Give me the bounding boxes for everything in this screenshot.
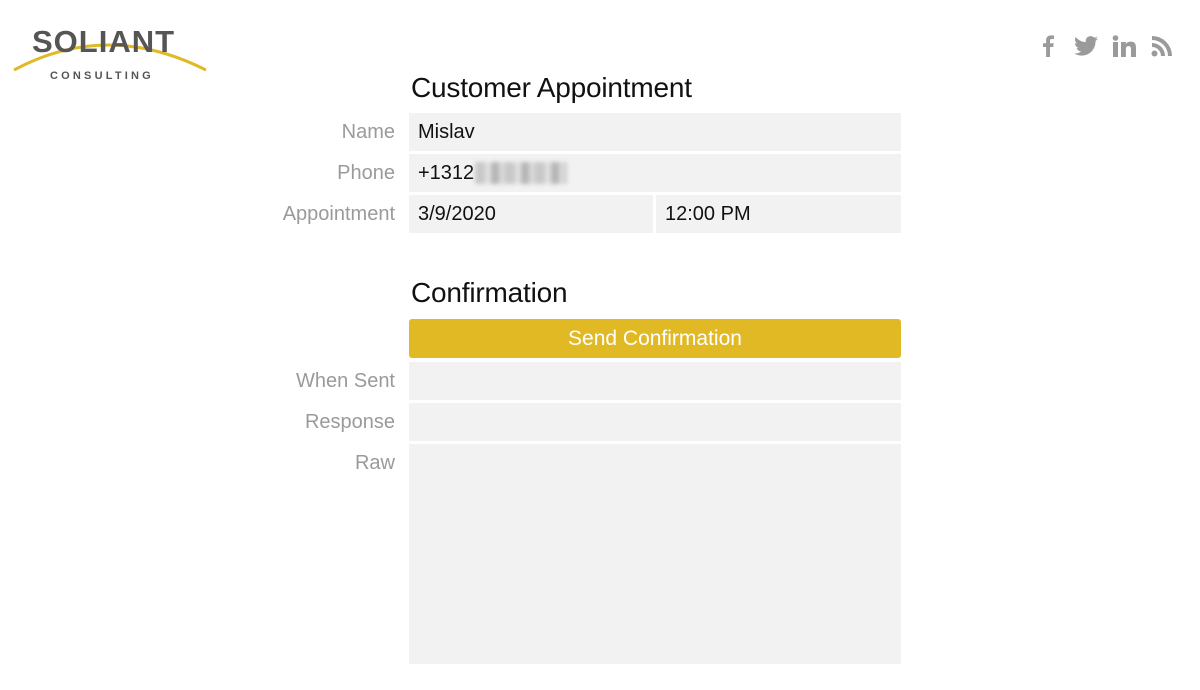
when-sent-label: When Sent: [296, 370, 395, 392]
social-links: [1036, 34, 1174, 58]
phone-value: +1312: [418, 161, 475, 184]
name-value: Mislav: [418, 120, 475, 143]
soliant-logo[interactable]: SOLIANT CONSULTING: [12, 24, 210, 84]
linkedin-icon[interactable]: [1112, 34, 1136, 58]
rss-icon[interactable]: [1150, 34, 1174, 58]
confirmation-title: Confirmation: [411, 277, 568, 308]
name-field[interactable]: Mislav: [409, 113, 901, 151]
raw-label: Raw: [354, 452, 395, 474]
phone-label: Phone: [337, 162, 395, 184]
time-value: 12:00 PM: [665, 202, 751, 225]
date-value: 3/9/2020: [418, 202, 496, 225]
appointment-label: Appointment: [282, 203, 395, 225]
facebook-icon[interactable]: [1036, 34, 1060, 58]
response-label: Response: [304, 411, 395, 433]
twitter-icon[interactable]: [1074, 34, 1098, 58]
time-field[interactable]: 12:00 PM: [656, 195, 901, 233]
date-field[interactable]: 3/9/2020: [409, 195, 653, 233]
logo-graphic: SOLIANT CONSULTING: [13, 24, 207, 82]
send-confirmation-button[interactable]: Send Confirmation: [409, 319, 901, 358]
raw-field[interactable]: [409, 444, 901, 664]
response-field[interactable]: [409, 403, 901, 441]
phone-field[interactable]: +1312: [409, 154, 901, 192]
appointment-title: Customer Appointment: [411, 72, 692, 103]
name-label: Name: [341, 121, 395, 143]
logo-word: SOLIANT: [32, 24, 175, 59]
when-sent-field[interactable]: [409, 362, 901, 400]
logo-subtext: CONSULTING: [50, 70, 154, 82]
redacted-digits: [475, 162, 568, 184]
